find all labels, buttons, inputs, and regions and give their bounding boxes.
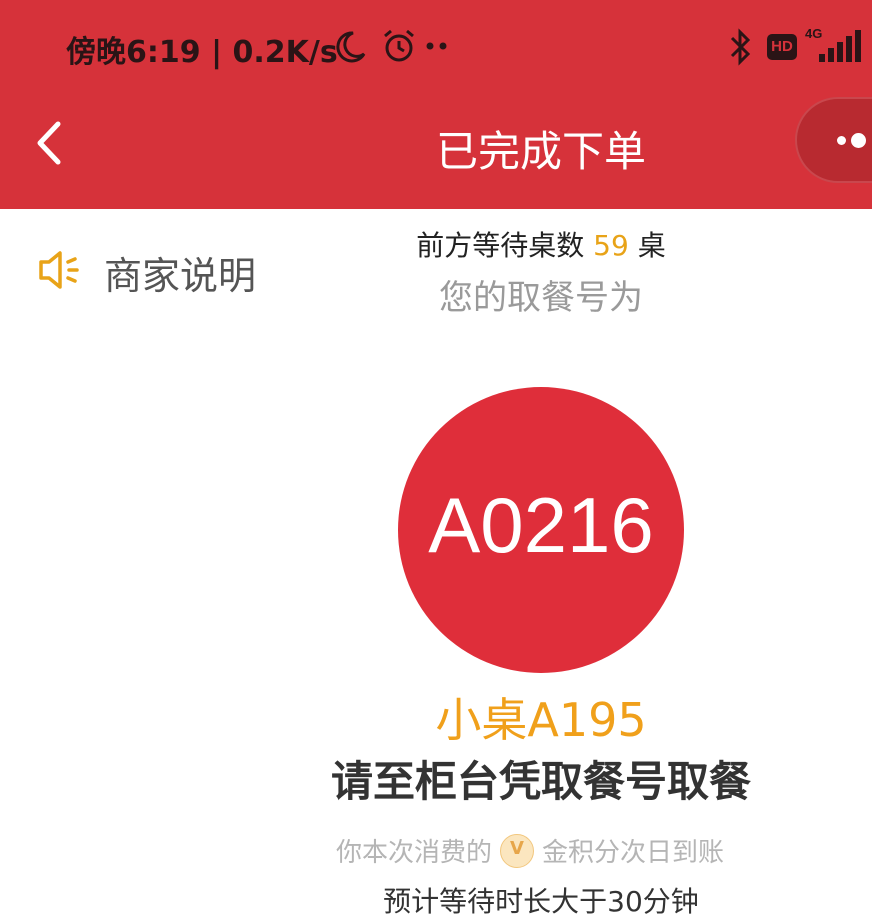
coin-letter: V <box>510 837 524 859</box>
hd-icon: HD <box>767 34 797 60</box>
bluetooth-icon <box>730 28 751 66</box>
status-bar: 傍晚6:19 | 0.2K/s HD 4G <box>0 0 872 92</box>
table-number: 小桌A195 <box>435 693 647 747</box>
more-dots-icon <box>426 42 447 50</box>
pickup-instruction: 请至柜台凭取餐号取餐 <box>330 757 751 806</box>
page-title: 已完成下单 <box>435 127 646 176</box>
mini-program-menu-button[interactable] <box>795 97 872 183</box>
hd-label: HD <box>771 38 793 55</box>
queue-suffix: 桌 <box>637 229 666 262</box>
moon-icon <box>336 31 366 63</box>
gold-coin-icon: V <box>500 833 535 868</box>
points-suffix: 金积分次日到账 <box>542 838 725 868</box>
points-notice: 你本次消费的 V 金积分次日到账 <box>336 832 724 876</box>
pickup-number-label: 您的取餐号为 <box>439 278 643 318</box>
queue-count: 59 <box>593 229 629 262</box>
menu-dot-large <box>851 133 866 148</box>
pickup-number: A0216 <box>428 481 654 569</box>
wait-time-note: 预计等待时长大于30分钟 <box>383 885 699 918</box>
top-bar: 傍晚6:19 | 0.2K/s HD 4G 已完成下单 <box>0 0 872 209</box>
menu-dot-small <box>837 136 846 145</box>
queue-prefix: 前方等待桌数 <box>416 229 585 262</box>
alarm-icon <box>384 29 414 62</box>
status-time-speed: 傍晚6:19 | 0.2K/s <box>66 35 338 70</box>
queue-info: 前方等待桌数 59 桌 <box>0 224 872 264</box>
points-prefix: 你本次消费的 <box>336 838 493 868</box>
network-label: 4G <box>805 26 823 41</box>
